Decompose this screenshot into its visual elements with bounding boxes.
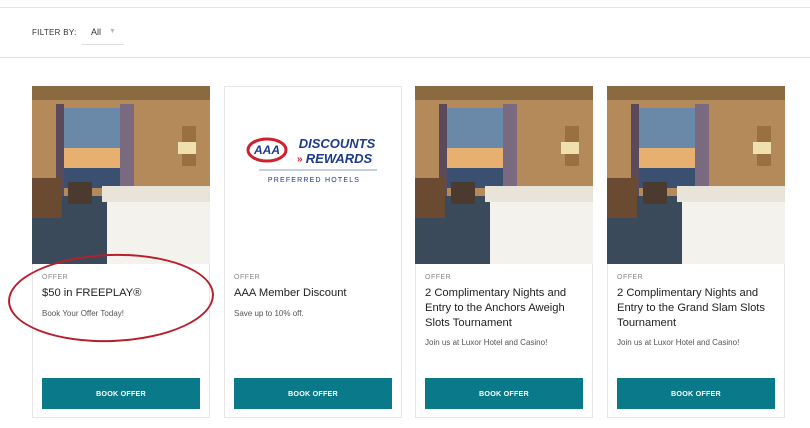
offer-card-freeplay[interactable]: OFFER $50 in FREEPLAY® Book Your Offer T… (32, 86, 210, 418)
offer-description: Save up to 10% off. (234, 309, 304, 318)
offer-title: AAA Member Discount (234, 287, 347, 299)
svg-text:»: » (297, 154, 303, 165)
offer-tag: OFFER (425, 274, 452, 281)
logo-line-discounts: DISCOUNTS (299, 136, 376, 151)
aaa-discounts-rewards-logo: AAA DISCOUNTS » REWARDS PREFERRED HOTELS (225, 87, 403, 265)
offer-title: $50 in FREEPLAY® (42, 287, 142, 299)
offer-card-grand-slam[interactable]: OFFER 2 Complimentary Nights and Entry t… (607, 86, 785, 418)
offer-card-anchors-aweigh[interactable]: OFFER 2 Complimentary Nights and Entry t… (415, 86, 593, 418)
logo-line-rewards: REWARDS (306, 151, 373, 166)
filter-dropdown[interactable]: All ▼ (82, 20, 124, 45)
book-offer-button[interactable]: BOOK OFFER (42, 378, 200, 409)
filter-label: FILTER BY: (32, 28, 77, 37)
hotel-room-photo (32, 86, 210, 264)
offer-description: Book Your Offer Today! (42, 309, 124, 318)
logo-subtitle: PREFERRED HOTELS (268, 177, 360, 184)
offer-card-aaa[interactable]: AAA DISCOUNTS » REWARDS PREFERRED HOTELS… (224, 86, 402, 418)
book-offer-button[interactable]: BOOK OFFER (617, 378, 775, 409)
offer-tag: OFFER (617, 274, 644, 281)
aaa-logo-text: AAA (253, 143, 280, 157)
filter-value: All (91, 27, 102, 37)
book-offer-button[interactable]: BOOK OFFER (425, 378, 583, 409)
filter-bar: FILTER BY: All ▼ (0, 8, 810, 58)
book-offer-button[interactable]: BOOK OFFER (234, 378, 392, 409)
offer-description: Join us at Luxor Hotel and Casino! (617, 338, 740, 347)
hotel-room-photo (607, 86, 785, 264)
chevron-down-icon: ▼ (109, 28, 116, 35)
offer-description: Join us at Luxor Hotel and Casino! (425, 338, 548, 347)
hotel-room-photo (415, 86, 593, 264)
offer-title: 2 Complimentary Nights and Entry to the … (425, 287, 567, 329)
offer-title: 2 Complimentary Nights and Entry to the … (617, 287, 765, 329)
offer-tag: OFFER (42, 274, 69, 281)
offer-tag: OFFER (234, 274, 261, 281)
